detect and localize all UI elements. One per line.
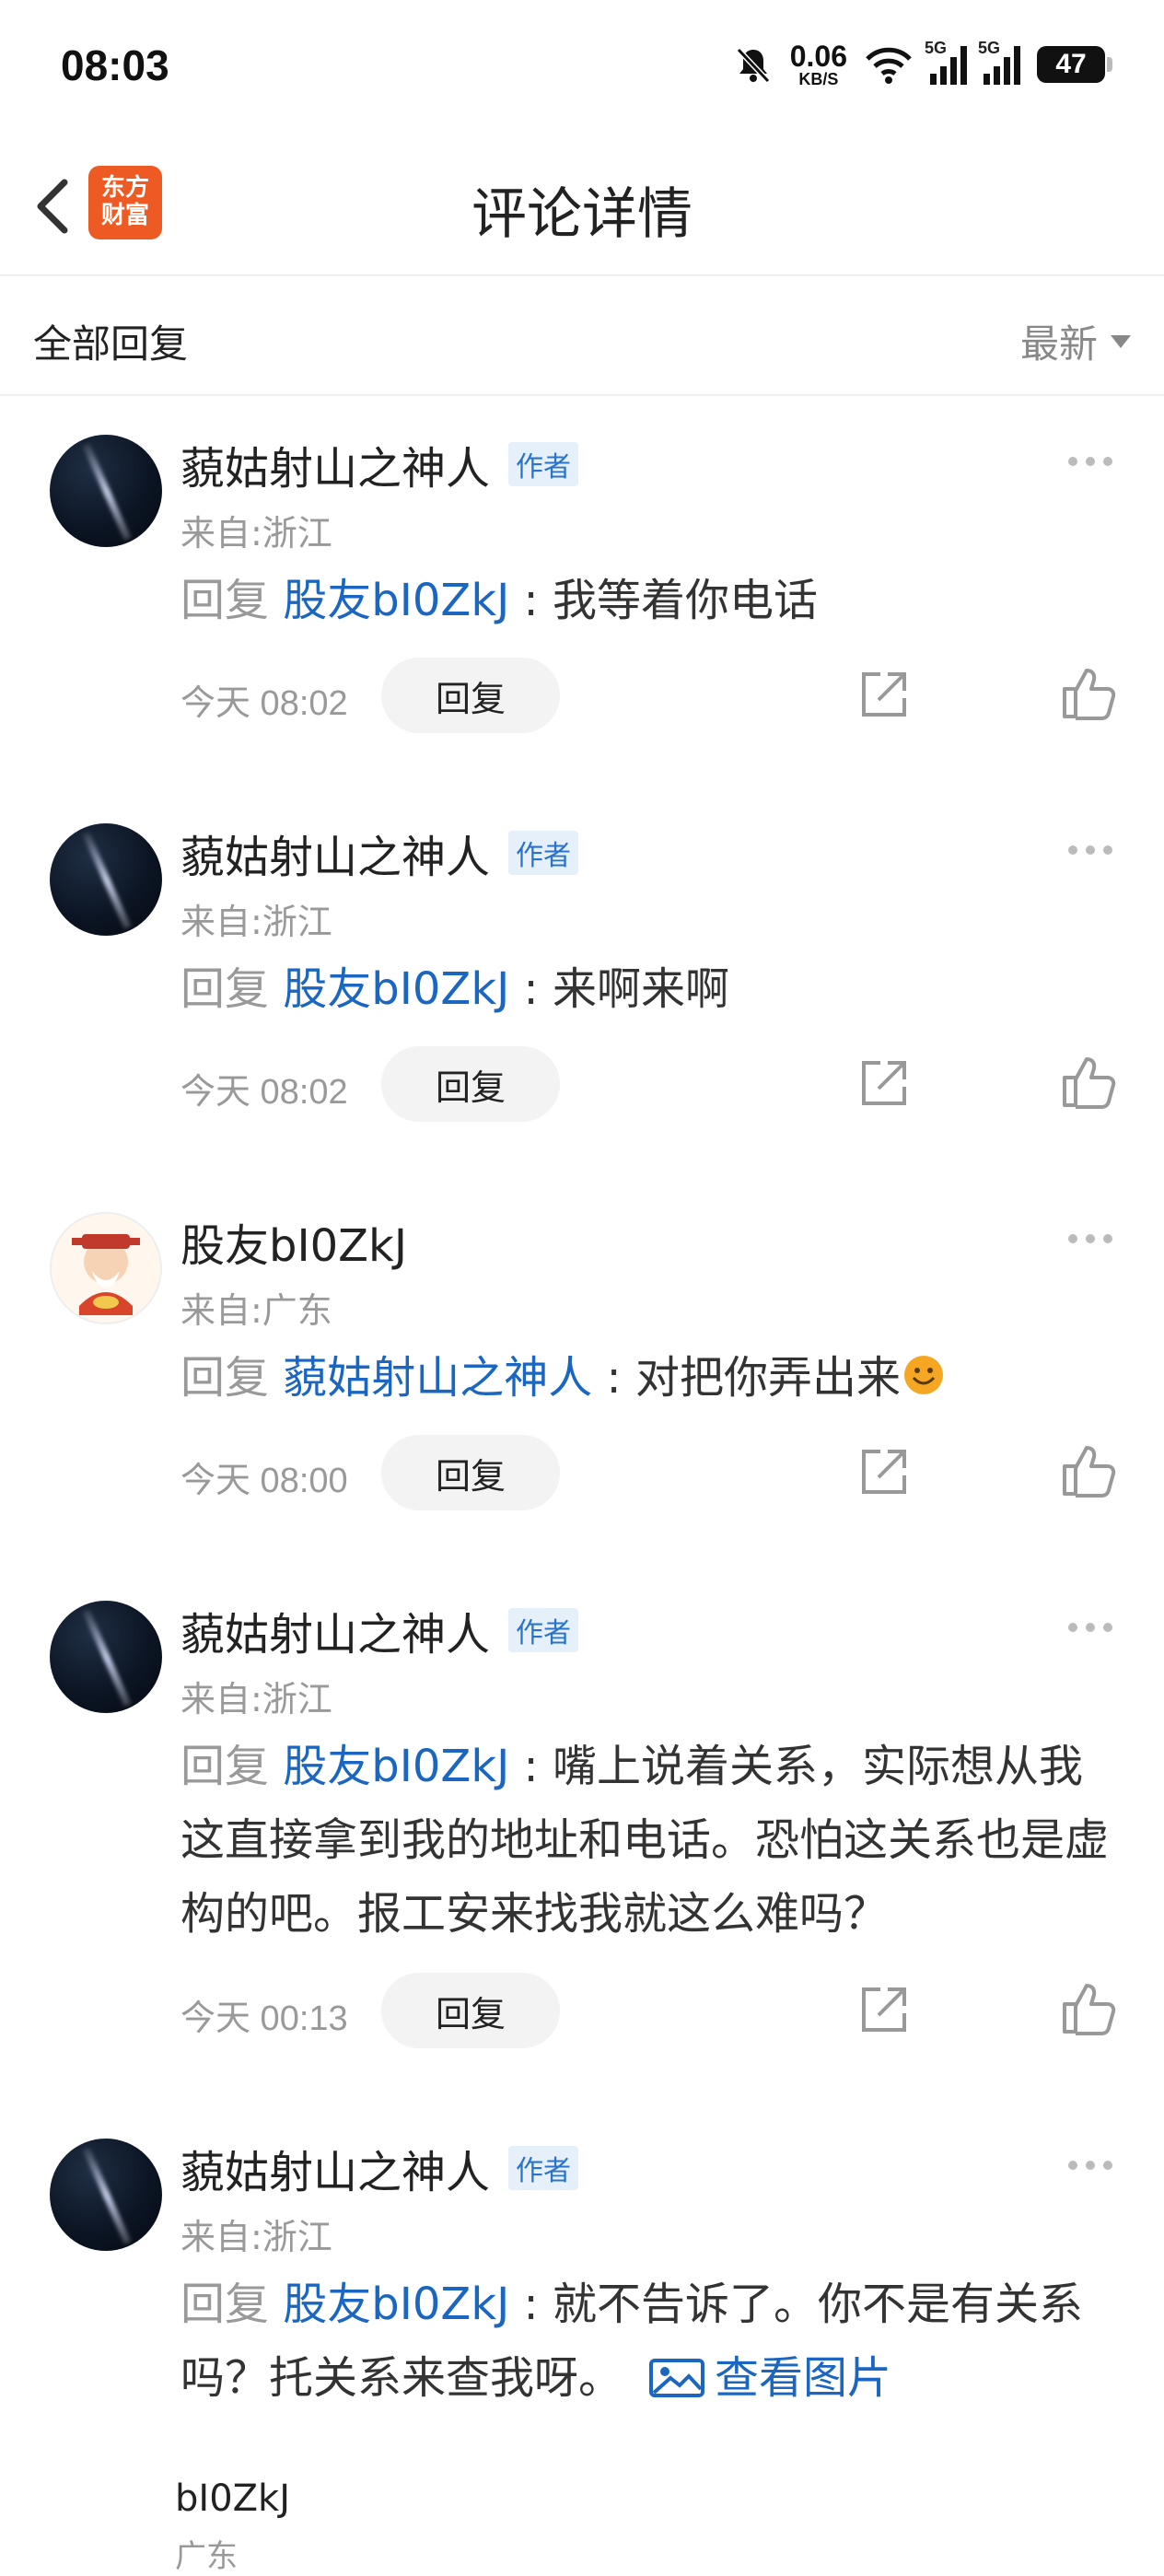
share-icon[interactable] bbox=[856, 1984, 910, 2037]
comment-actions: 今天 00:13 回复 bbox=[180, 1973, 1120, 2048]
sort-label: 最新 bbox=[1019, 321, 1098, 367]
timestamp: 今天 00:13 bbox=[180, 1999, 348, 2038]
comment-actions: 今天 08:02 回复 bbox=[180, 658, 1120, 733]
avatar[interactable] bbox=[50, 823, 162, 936]
more-icon[interactable] bbox=[1068, 845, 1112, 855]
comment-item: 藐姑射山之神人 作者 来自:浙江 回复 股友bI0ZkJ : 嘴上说着关系，实际… bbox=[0, 1601, 1164, 2061]
signal-strength-2: 5G bbox=[978, 39, 1020, 85]
author-badge: 作者 bbox=[508, 1608, 579, 1652]
location: 来自:浙江 bbox=[180, 2217, 332, 2257]
caret-down-icon bbox=[1111, 334, 1131, 348]
avatar[interactable] bbox=[50, 2139, 162, 2251]
fortune-god-avatar-icon bbox=[72, 1234, 140, 1315]
author-badge: 作者 bbox=[508, 831, 579, 875]
timestamp: 今天 08:02 bbox=[180, 684, 348, 723]
battery-indicator: 47 bbox=[1037, 46, 1112, 83]
signal-strength-1: 5G bbox=[925, 39, 967, 85]
comment-text: 回复 股友bI0ZkJ : 就不告诉了。你不是有关系吗？托关系来查我呀。 查看图片 bbox=[180, 2279, 1083, 2404]
reply-filter-bar: 全部回复 最新 bbox=[0, 276, 1164, 396]
status-icons: 0.06 KB/S 5G 5G 47 bbox=[733, 37, 1112, 92]
thumbs-up-icon[interactable] bbox=[1059, 1442, 1116, 1499]
location: 来自:广东 bbox=[180, 1290, 332, 1331]
reply-target[interactable]: 股友bI0ZkJ bbox=[283, 963, 509, 1015]
author-badge: 作者 bbox=[508, 442, 579, 486]
view-image-link[interactable]: 查看图片 bbox=[648, 2352, 891, 2404]
more-icon[interactable] bbox=[1068, 2161, 1112, 2170]
comment-actions: 今天 08:02 回复 bbox=[180, 1046, 1120, 1122]
share-icon[interactable] bbox=[856, 669, 910, 722]
next-comment-username[interactable]: bI0ZkJ bbox=[175, 2477, 290, 2520]
thumbs-up-icon[interactable] bbox=[1059, 1054, 1116, 1111]
sort-dropdown[interactable]: 最新 bbox=[1020, 313, 1131, 369]
reply-button[interactable]: 回复 bbox=[381, 1046, 560, 1122]
username[interactable]: 藐姑射山之神人 bbox=[180, 432, 490, 496]
page-title: 评论详情 bbox=[471, 182, 693, 247]
avatar[interactable] bbox=[50, 435, 162, 547]
clock: 08:03 bbox=[61, 41, 169, 89]
comment-text: 回复 股友bI0ZkJ : 来啊来啊 bbox=[180, 963, 729, 1015]
thumbs-up-icon[interactable] bbox=[1059, 1980, 1116, 2037]
status-bar: 08:03 0.06 KB/S 5G 5G 47 bbox=[0, 0, 1164, 138]
next-comment-location: 广东 bbox=[175, 2538, 238, 2575]
avatar[interactable] bbox=[50, 1212, 162, 1324]
username[interactable]: 藐姑射山之神人 bbox=[180, 1598, 490, 1662]
reply-target[interactable]: 股友bI0ZkJ bbox=[283, 575, 509, 626]
username[interactable]: 藐姑射山之神人 bbox=[180, 2136, 490, 2200]
comment-text: 回复 藐姑射山之神人 : 对把你弄出来 bbox=[180, 1341, 1123, 1415]
username[interactable]: 股友bI0ZkJ bbox=[180, 1209, 407, 1274]
mute-bell-icon bbox=[736, 47, 770, 84]
reply-target[interactable]: 股友bI0ZkJ bbox=[283, 2279, 509, 2330]
top-nav-bar: 东方 财富 评论详情 bbox=[0, 138, 1164, 276]
more-icon[interactable] bbox=[1068, 1623, 1112, 1632]
timestamp: 今天 08:02 bbox=[180, 1073, 348, 1112]
thumbs-up-icon[interactable] bbox=[1059, 665, 1116, 722]
comment-actions: 今天 08:00 回复 bbox=[180, 1435, 1120, 1510]
reply-target[interactable]: 股友bI0ZkJ bbox=[283, 1741, 509, 1792]
share-icon[interactable] bbox=[856, 1057, 910, 1111]
comment-text: 回复 股友bI0ZkJ : 我等着你电话 bbox=[180, 575, 818, 626]
location: 来自:浙江 bbox=[180, 902, 332, 942]
author-badge: 作者 bbox=[508, 2146, 579, 2190]
comment-item: 藐姑射山之神人 作者 来自:浙江 回复 股友bI0ZkJ : 我等着你电话 今天… bbox=[0, 435, 1164, 748]
comment-item: 藐姑射山之神人 作者 来自:浙江 回复 股友bI0ZkJ : 就不告诉了。你不是… bbox=[0, 2139, 1164, 2433]
reply-button[interactable]: 回复 bbox=[381, 1973, 560, 2048]
smile-emoji-icon bbox=[903, 1356, 943, 1394]
all-replies-label: 全部回复 bbox=[33, 321, 189, 367]
more-icon[interactable] bbox=[1068, 457, 1112, 466]
username[interactable]: 藐姑射山之神人 bbox=[180, 821, 490, 885]
comment-item: 藐姑射山之神人 作者 来自:浙江 回复 股友bI0ZkJ : 来啊来啊 今天 0… bbox=[0, 823, 1164, 1136]
wifi-icon bbox=[866, 47, 912, 84]
more-icon[interactable] bbox=[1068, 1234, 1112, 1243]
reply-button[interactable]: 回复 bbox=[381, 1435, 560, 1510]
location: 来自:浙江 bbox=[180, 1679, 332, 1719]
comment-text: 回复 股友bI0ZkJ : 嘴上说着关系，实际想从我这直接拿到我的地址和电话。恐… bbox=[180, 1741, 1110, 1940]
image-icon bbox=[649, 2359, 705, 2397]
timestamp: 今天 08:00 bbox=[180, 1462, 348, 1500]
reply-target[interactable]: 藐姑射山之神人 bbox=[283, 1352, 592, 1404]
location: 来自:浙江 bbox=[180, 513, 332, 554]
share-icon[interactable] bbox=[856, 1446, 910, 1499]
comment-item: 股友bI0ZkJ 来自:广东 回复 藐姑射山之神人 : 对把你弄出来 今天 08… bbox=[0, 1212, 1164, 1525]
avatar[interactable] bbox=[50, 1601, 162, 1713]
network-speed: 0.06 KB/S bbox=[789, 40, 847, 88]
reply-button[interactable]: 回复 bbox=[381, 658, 560, 733]
